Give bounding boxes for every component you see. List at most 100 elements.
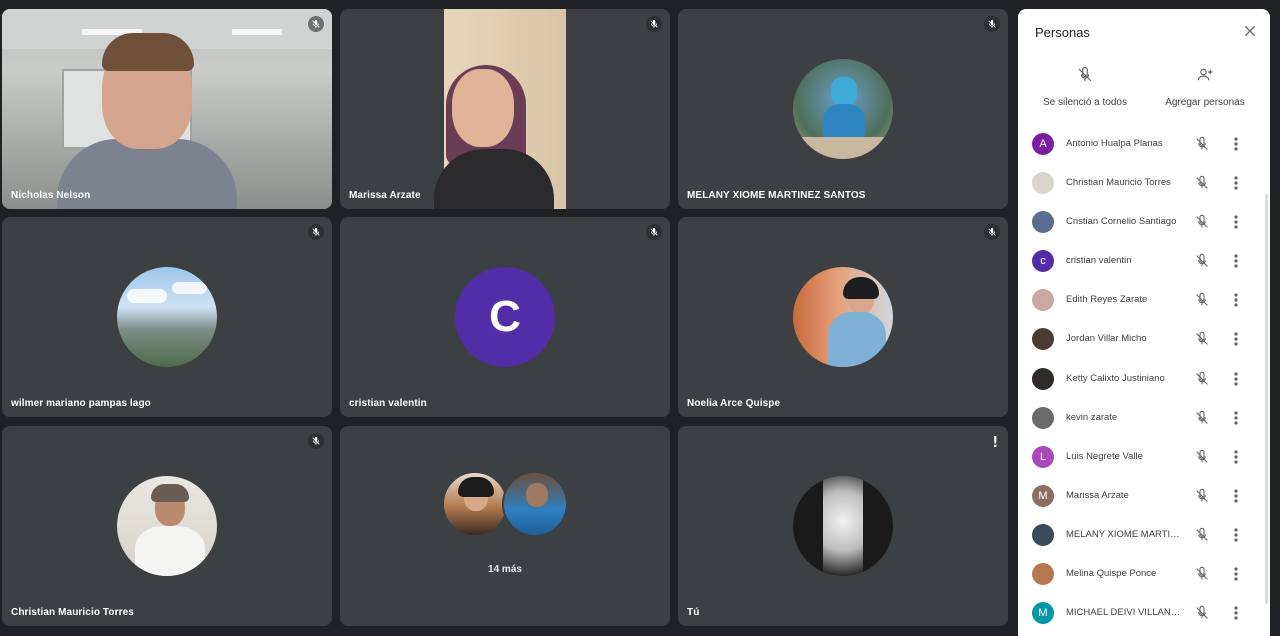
participant-name: Christian Mauricio Torres: [11, 607, 134, 618]
video-tile-christian[interactable]: Christian Mauricio Torres: [2, 426, 332, 626]
more-options-icon[interactable]: [1230, 527, 1242, 543]
participant-name: wilmer mariano pampas lago: [11, 398, 151, 409]
avatar: [1032, 563, 1054, 586]
participant-row[interactable]: A Antonio Hualpa Planas: [1018, 125, 1270, 164]
video-tile-melany[interactable]: MELANY XIOME MARTINEZ SANTOS: [678, 9, 1008, 209]
close-icon[interactable]: [1242, 23, 1258, 39]
more-options-icon[interactable]: [1230, 214, 1242, 230]
mic-off-icon[interactable]: [1194, 449, 1210, 465]
participant-name: Antonio Hualpa Planas: [1066, 138, 1163, 149]
mic-off-icon[interactable]: [1194, 488, 1210, 504]
participant-name: kevin zarate: [1066, 411, 1118, 423]
add-people-button[interactable]: Agregar personas: [1150, 66, 1260, 110]
mic-off-icon[interactable]: [1194, 566, 1210, 582]
mic-off-icon[interactable]: [1194, 253, 1210, 269]
mic-off-icon[interactable]: [1194, 331, 1210, 347]
more-options-icon[interactable]: [1230, 605, 1242, 621]
avatar: [1032, 406, 1054, 429]
more-options-icon[interactable]: [1230, 253, 1242, 269]
mic-off-icon[interactable]: [1194, 605, 1210, 621]
participant-row[interactable]: Jordan Villar Micho: [1018, 320, 1270, 359]
participant-avatar: [793, 267, 893, 367]
participant-avatar: [442, 471, 508, 537]
participant-name: Ketty Calixto Justiniano: [1066, 372, 1165, 384]
scrollbar[interactable]: [1265, 194, 1268, 604]
mic-off-icon[interactable]: [1194, 410, 1210, 426]
more-options-icon[interactable]: [1230, 331, 1242, 347]
participant-name: cristian valentin: [349, 398, 427, 409]
mic-off-icon: [984, 224, 1000, 240]
more-options-icon[interactable]: [1230, 449, 1242, 465]
mic-off-icon[interactable]: [1194, 175, 1210, 191]
add-people-label: Agregar personas: [1165, 97, 1245, 108]
more-options-icon[interactable]: [1230, 410, 1242, 426]
people-panel: Personas Se silenció a todos Agregar per…: [1018, 9, 1270, 636]
more-options-icon[interactable]: [1230, 136, 1242, 152]
participant-name: Edith Reyes Zarate: [1066, 294, 1148, 306]
mic-off-icon: [646, 16, 662, 32]
participant-name: MELANY XIOME MARTINEZ SANTOS: [687, 190, 866, 201]
avatar: A: [1032, 133, 1054, 155]
participant-name: Marissa Arzate: [349, 190, 421, 201]
avatar: M: [1032, 484, 1054, 507]
mic-off-icon: [984, 16, 1000, 32]
mute-all-label: Se silenció a todos: [1043, 97, 1127, 108]
mic-off-icon[interactable]: [1194, 371, 1210, 387]
more-options-icon[interactable]: [1230, 175, 1242, 191]
participant-row[interactable]: MELANY XIOME MARTIN...: [1018, 516, 1270, 555]
add-person-icon: [1196, 66, 1214, 84]
participant-row[interactable]: Melina Quispe Ponce: [1018, 555, 1270, 594]
mic-off-icon: [308, 16, 324, 32]
participant-row[interactable]: Ketty Calixto Justiniano: [1018, 360, 1270, 399]
panel-title: Personas: [1035, 25, 1090, 40]
more-options-icon[interactable]: [1230, 488, 1242, 504]
mic-off-icon[interactable]: [1194, 214, 1210, 230]
video-tile-cristian[interactable]: C cristian valentin: [340, 217, 670, 417]
participant-name: MELANY XIOME MARTIN...: [1066, 528, 1184, 540]
participant-avatar: [793, 59, 893, 159]
video-tile-wilmer[interactable]: wilmer mariano pampas lago: [2, 217, 332, 417]
participant-name: Noelia Arce Quispe: [687, 398, 781, 409]
participant-name: Marissa Arzate: [1066, 489, 1129, 501]
mute-all-button[interactable]: Se silenció a todos: [1030, 66, 1140, 110]
avatar: [1032, 523, 1054, 546]
more-participants-tile[interactable]: 14 más: [340, 426, 670, 626]
participant-avatar: [117, 476, 217, 576]
participant-avatar: [117, 267, 217, 367]
avatar: L: [1032, 445, 1054, 468]
avatar: [1032, 289, 1054, 312]
avatar: M: [1032, 602, 1054, 625]
participant-row[interactable]: Christian Mauricio Torres: [1018, 164, 1270, 203]
video-tile-nicholas[interactable]: Nicholas Nelson: [2, 9, 332, 209]
mic-off-icon[interactable]: [1194, 527, 1210, 543]
participant-avatar: [502, 471, 568, 537]
participant-name: Tú: [687, 607, 700, 618]
more-options-icon[interactable]: [1230, 292, 1242, 308]
more-options-icon[interactable]: [1230, 566, 1242, 582]
participant-name: MICHAEL DEIVI VILLANUE...: [1066, 607, 1184, 619]
video-tile-self[interactable]: ! Tú: [678, 426, 1008, 626]
avatar: [1032, 367, 1054, 390]
more-options-icon[interactable]: [1230, 371, 1242, 387]
participant-name: Cristian Cornelio Santiago: [1066, 216, 1177, 228]
participant-row[interactable]: Edith Reyes Zarate: [1018, 281, 1270, 320]
participant-row[interactable]: kevin zarate: [1018, 399, 1270, 438]
participant-row[interactable]: Cristian Cornelio Santiago: [1018, 203, 1270, 242]
alert-icon[interactable]: !: [993, 434, 998, 452]
participant-row[interactable]: M MICHAEL DEIVI VILLANUE...: [1018, 594, 1270, 633]
mic-off-icon[interactable]: [1194, 292, 1210, 308]
participant-avatar: C: [455, 267, 555, 367]
mic-off-icon[interactable]: [1194, 136, 1210, 152]
video-tile-marissa[interactable]: Marissa Arzate: [340, 9, 670, 209]
participants-list: A Antonio Hualpa Planas Christian Mauricio…: [1018, 125, 1270, 633]
mic-off-icon: [646, 224, 662, 240]
avatar: [1032, 211, 1054, 234]
participant-row[interactable]: M Marissa Arzate: [1018, 477, 1270, 516]
participant-name: Melina Quispe Ponce: [1066, 568, 1157, 580]
mic-off-icon: [308, 224, 324, 240]
mic-off-icon: [308, 433, 324, 449]
more-avatars: [440, 471, 570, 541]
video-tile-noelia[interactable]: Noelia Arce Quispe: [678, 217, 1008, 417]
participant-row[interactable]: L Luis Negrete Valle: [1018, 438, 1270, 477]
participant-row[interactable]: c cristian valentin: [1018, 242, 1270, 281]
